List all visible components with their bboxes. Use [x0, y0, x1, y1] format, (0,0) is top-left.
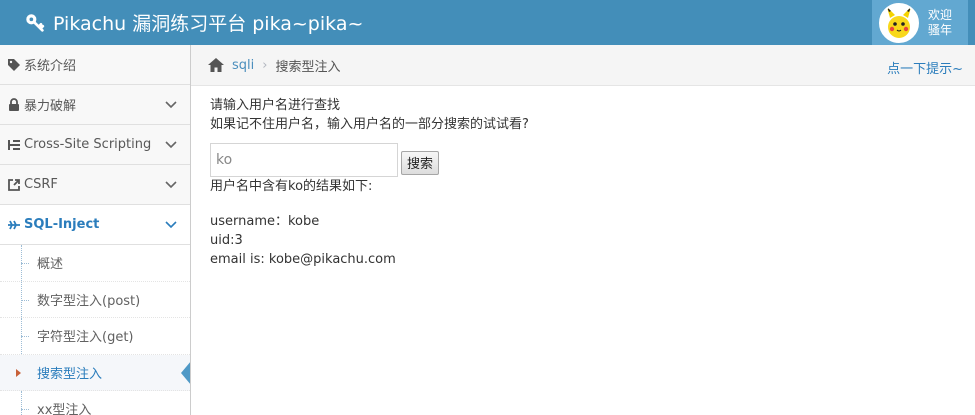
prompt-line-1: 请输入用户名进行查找 — [210, 98, 341, 113]
tree-branch — [21, 409, 29, 410]
caret-right-icon — [16, 368, 21, 377]
submenu-item-label: 概述 — [37, 257, 64, 273]
search-input[interactable] — [210, 143, 398, 177]
lock-icon — [7, 97, 21, 112]
external-link-icon — [7, 178, 21, 192]
sidebar-item-label: 系统介绍 — [24, 59, 77, 74]
welcome-text: 欢迎 — [928, 7, 953, 22]
tree-branch — [21, 299, 29, 301]
chevron-down-icon — [165, 181, 177, 189]
submenu-item-xx[interactable]: xx型注入 — [0, 391, 190, 415]
submenu-item-label: 搜索型注入 — [37, 366, 103, 382]
search-button[interactable]: 搜索 — [401, 150, 440, 175]
tree-branch — [21, 263, 29, 264]
sidebar-item-sql-inject[interactable]: SQL-Inject — [0, 205, 190, 245]
main-content: 请输入用户名进行查找 如果记不住用户名，输入用户名的一部分搜索的试试看? 搜索 … — [210, 96, 960, 269]
username-text: 骚年 — [928, 22, 953, 37]
sidebar-item-label: SQL-Inject — [24, 217, 100, 232]
submenu-item-string-get[interactable]: 字符型注入(get) — [0, 318, 190, 355]
result-username: username：kobe — [210, 214, 320, 229]
submenu-item-overview[interactable]: 概述 — [0, 245, 190, 282]
active-pointer-icon — [181, 360, 190, 385]
sidebar-item-intro[interactable]: 系统介绍 — [0, 45, 190, 85]
sidebar: 系统介绍 暴力破解 Cross-Site Scripting CSRF SQL-… — [0, 45, 191, 415]
plane-icon — [7, 218, 21, 232]
user-menu[interactable]: 欢迎 骚年 — [872, 0, 968, 45]
hint-link[interactable]: 点一下提示~ — [887, 58, 963, 77]
pikachu-avatar-icon — [887, 6, 911, 38]
result-uid: uid:3 — [210, 233, 243, 248]
top-navbar: Pikachu 漏洞练习平台 pika~pika~ 欢迎 骚年 — [0, 0, 975, 45]
key-icon — [26, 13, 45, 32]
breadcrumb: sqli › 搜索型注入 点一下提示~ — [191, 45, 975, 86]
submenu-item-label: xx型注入 — [37, 403, 92, 415]
sidebar-item-csrf[interactable]: CSRF — [0, 165, 190, 205]
breadcrumb-current: 搜索型注入 — [275, 59, 341, 75]
avatar — [879, 2, 919, 43]
chevron-right-icon: › — [262, 57, 268, 73]
sidebar-item-bruteforce[interactable]: 暴力破解 — [0, 85, 190, 125]
submenu-item-label: 数字型注入(post) — [37, 293, 141, 309]
chevron-down-icon — [165, 141, 177, 149]
sidebar-item-label: 暴力破解 — [24, 99, 77, 114]
tag-icon — [7, 58, 21, 72]
result-block: username：kobe uid:3 email is: kobe@pikac… — [210, 212, 960, 269]
chevron-down-icon — [165, 221, 177, 229]
search-form: 搜索 — [210, 143, 960, 177]
sitemap-icon — [7, 138, 21, 152]
tree-line — [21, 391, 22, 415]
submenu-item-search[interactable]: 搜索型注入 — [0, 354, 190, 391]
brand-title: Pikachu 漏洞练习平台 pika~pika~ — [53, 13, 364, 35]
user-greeting: 欢迎 骚年 — [928, 8, 952, 38]
sidebar-item-label: CSRF — [24, 177, 58, 192]
brand[interactable]: Pikachu 漏洞练习平台 pika~pika~ — [24, 0, 363, 45]
chevron-down-icon — [165, 101, 177, 109]
sidebar-item-xss[interactable]: Cross-Site Scripting — [0, 125, 190, 165]
breadcrumb-link-sqli[interactable]: sqli — [232, 58, 254, 73]
submenu-item-numeric-post[interactable]: 数字型注入(post) — [0, 281, 190, 318]
submenu-item-label: 字符型注入(get) — [37, 330, 134, 346]
result-email: email is: kobe@pikachu.com — [210, 252, 396, 267]
result-header: 用户名中含有ko的结果如下: — [210, 179, 373, 194]
sql-inject-submenu: 概述 数字型注入(post) 字符型注入(get) 搜索型注入 xx型注入 — [0, 245, 190, 415]
home-icon[interactable] — [207, 57, 225, 73]
tree-branch — [21, 336, 29, 337]
prompt-line-2: 如果记不住用户名，输入用户名的一部分搜索的试试看? — [210, 117, 529, 132]
sidebar-item-label: Cross-Site Scripting — [24, 137, 152, 152]
